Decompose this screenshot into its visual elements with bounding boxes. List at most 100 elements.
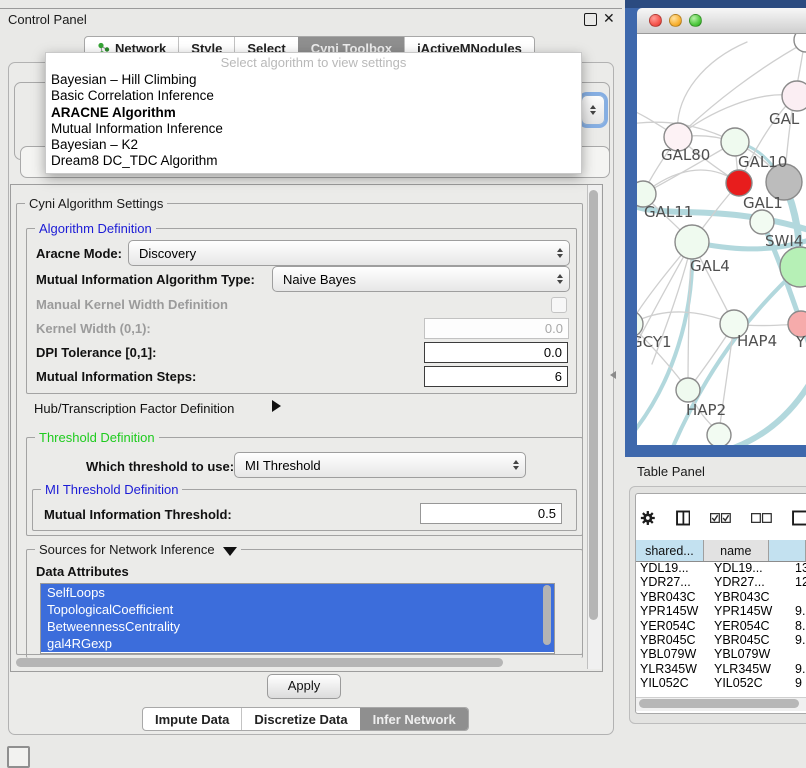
node-label: HAP2 — [686, 401, 726, 419]
expand-right-arrow-icon[interactable] — [272, 400, 281, 412]
table-cell: YPR145W — [714, 604, 772, 618]
table-cell: YDL19... — [640, 561, 689, 575]
collapse-down-arrow-icon[interactable] — [223, 547, 237, 556]
algorithm-option[interactable]: Basic Correlation Inference — [46, 88, 581, 104]
network-node-gal4[interactable] — [675, 225, 709, 259]
algorithm-dropdown-popup: Select algorithm to view settingsBayesia… — [45, 52, 582, 174]
table-row[interactable]: YDL19... YDL19... 13 — [636, 561, 806, 575]
table-cell: YBR045C — [640, 633, 696, 647]
kernel-width-label: Kernel Width (0,1): — [36, 321, 151, 336]
split-columns-icon[interactable] — [676, 509, 691, 527]
group-title: Cyni Algorithm Settings — [25, 196, 167, 211]
attribute-list-item[interactable]: BetweennessCentrality — [41, 618, 554, 635]
table-row[interactable]: YPR145WYPR145W9. — [636, 604, 806, 618]
column-header[interactable]: shared... — [636, 540, 704, 561]
algorithm-option[interactable]: Dream8 DC_TDC Algorithm — [46, 153, 581, 169]
network-node-swi4[interactable] — [750, 210, 774, 234]
dpi-tolerance-input[interactable]: 0.0 — [424, 342, 568, 363]
which-threshold-select[interactable]: MI Threshold — [234, 452, 526, 478]
checked-boxes-icon[interactable] — [710, 512, 731, 524]
table-cell: YLR345W — [640, 662, 697, 676]
algorithm-option[interactable]: Mutual Information Inference — [46, 121, 581, 137]
network-edge[interactable] — [678, 42, 747, 137]
panel-divider-grip[interactable] — [610, 371, 616, 379]
network-node-hap2[interactable] — [676, 378, 700, 402]
algorithm-option[interactable]: ARACNE Algorithm — [46, 105, 581, 121]
mi-threshold-input[interactable]: 0.5 — [420, 503, 562, 524]
tab-infer-network[interactable]: Infer Network — [360, 708, 468, 730]
apply-button[interactable]: Apply — [267, 674, 341, 699]
network-canvas[interactable]: GALGAL80GAL10GAL1SWI4GAL11GAL4GCY1HAP4YH… — [637, 34, 806, 445]
table-toolbar — [640, 506, 806, 530]
network-node[interactable] — [707, 423, 731, 445]
which-threshold-label: Which threshold to use: — [86, 459, 234, 474]
column-header[interactable] — [769, 540, 806, 561]
table-cell: 9 — [795, 676, 802, 690]
attribute-list-item[interactable]: TopologicalCoefficient — [41, 601, 554, 618]
unchecked-boxes-icon[interactable] — [751, 512, 772, 524]
table-cell: 12 — [795, 575, 806, 589]
aracne-mode-select[interactable]: Discovery — [128, 240, 570, 266]
attribute-list-item[interactable]: gal4RGexp — [41, 635, 554, 652]
hub-definition-label[interactable]: Hub/Transcription Factor Definition — [34, 401, 234, 416]
node-label: GAL1 — [743, 194, 783, 212]
table-horizontal-scrollbar-thumb[interactable] — [639, 699, 799, 708]
table-row[interactable]: YIL052CYIL052C9 — [636, 676, 806, 690]
settings-vertical-scrollbar-thumb[interactable] — [589, 190, 598, 620]
minimize-traffic-light-icon[interactable] — [669, 14, 682, 27]
attribute-list-item[interactable]: SelfLoops — [41, 584, 554, 601]
spinner-icon — [551, 248, 569, 258]
manual-kernel-label: Manual Kernel Width Definition — [36, 297, 228, 312]
node-label: GAL4 — [690, 257, 730, 275]
table-row[interactable]: YDR27...YDR27...12 — [636, 575, 806, 589]
manual-kernel-checkbox[interactable] — [551, 297, 567, 313]
table-cell: YDL19... — [714, 561, 763, 575]
function-builder-icon[interactable] — [792, 509, 806, 527]
zoom-traffic-light-icon[interactable] — [689, 14, 702, 27]
kernel-width-input[interactable]: 0.0 — [424, 318, 569, 339]
tab-impute-data[interactable]: Impute Data — [143, 708, 241, 730]
table-cell: YPR145W — [640, 604, 698, 618]
network-node-gal[interactable] — [782, 81, 806, 111]
network-node[interactable] — [794, 34, 806, 52]
network-node-gal1[interactable] — [726, 170, 752, 196]
algorithm-option[interactable]: Bayesian – K2 — [46, 137, 581, 153]
table-row[interactable]: YER054CYER054C8. — [636, 619, 806, 633]
algorithm-option[interactable]: Bayesian – Hill Climbing — [46, 72, 581, 88]
network-window-titlebar[interactable] — [637, 8, 806, 34]
table-cell: 13 — [795, 561, 806, 575]
table-cell: YDR27... — [640, 575, 691, 589]
which-threshold-value: MI Threshold — [235, 458, 507, 473]
group-title: Sources for Network Inference — [35, 542, 241, 557]
network-window-top-border — [625, 0, 806, 8]
column-header[interactable]: name — [704, 540, 769, 561]
network-node-gal10[interactable] — [721, 128, 749, 156]
mi-type-value: Naive Bayes — [273, 272, 551, 287]
close-icon[interactable]: ✕ — [603, 10, 615, 27]
minimized-panel-icon[interactable] — [7, 746, 30, 768]
mi-steps-label: Mutual Information Steps: — [36, 369, 196, 384]
spinner-icon — [507, 460, 525, 470]
node-label: GAL11 — [644, 203, 693, 221]
gear-icon[interactable] — [640, 509, 656, 527]
close-traffic-light-icon[interactable] — [649, 14, 662, 27]
mi-type-label: Mutual Information Algorithm Type: — [36, 272, 255, 287]
data-attributes-label: Data Attributes — [36, 564, 129, 579]
table-row[interactable]: YBR045CYBR045C9. — [636, 633, 806, 647]
table-row[interactable]: YBL079WYBL079W — [636, 647, 806, 661]
panel-top-divider — [0, 8, 622, 9]
algorithm-combo-spinner[interactable] — [581, 95, 605, 125]
data-attributes-list[interactable]: SelfLoopsTopologicalCoefficientBetweenne… — [40, 583, 555, 654]
control-panel-title: Control Panel — [8, 12, 87, 27]
tab-discretize-data[interactable]: Discretize Data — [241, 708, 359, 730]
settings-horizontal-scrollbar-thumb[interactable] — [16, 658, 503, 667]
mi-steps-input[interactable]: 6 — [424, 366, 568, 387]
sources-title: Sources for Network Inference — [39, 542, 215, 557]
attribute-list-scrollbar[interactable] — [543, 585, 551, 645]
table-row[interactable]: YLR345WYLR345W9. — [636, 662, 806, 676]
mi-type-select[interactable]: Naive Bayes — [272, 266, 570, 292]
float-window-icon[interactable] — [584, 13, 597, 26]
algorithm-select-placeholder: Select algorithm to view settings — [46, 53, 581, 72]
table-row[interactable]: YBR043CYBR043C — [636, 590, 806, 604]
dpi-tolerance-label: DPI Tolerance [0,1]: — [36, 345, 156, 360]
